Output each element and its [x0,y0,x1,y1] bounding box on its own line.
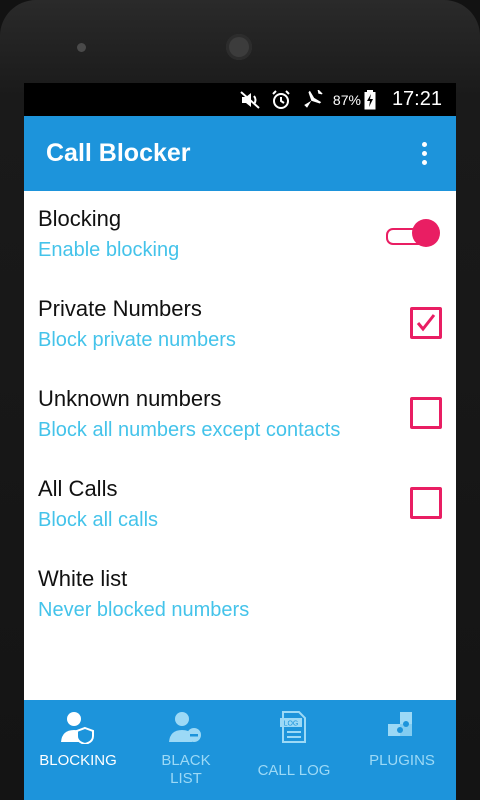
front-camera [226,34,252,60]
setting-subtitle: Block all numbers except contacts [38,419,341,441]
setting-private-numbers[interactable]: Private Numbers Block private numbers [24,281,456,371]
all-calls-checkbox[interactable] [410,487,442,519]
toggle-thumb [412,219,440,247]
screen: 87% 17:21 Call Blocker Blocking Enable b… [24,83,456,800]
airplane-icon [301,89,323,110]
battery-charging-icon [364,89,376,110]
nav-tab-blocking[interactable]: BLOCKING [24,700,132,800]
blacklist-user-block-icon [169,710,203,744]
setting-subtitle: Enable blocking [38,239,180,261]
setting-blocking[interactable]: Blocking Enable blocking [24,191,456,281]
blocking-toggle[interactable] [382,219,440,247]
overflow-menu-icon[interactable] [414,139,434,169]
nav-label: BLACK LIST [161,752,211,787]
setting-title: Unknown numbers [38,386,222,411]
speaker-dot [77,43,86,52]
nav-label: CALL LOG [257,762,331,779]
alarm-icon [271,89,291,110]
setting-white-list[interactable]: White list Never blocked numbers [24,551,456,641]
nav-label: BLOCKING [39,752,117,769]
settings-list: Blocking Enable blocking Private Numbers… [24,191,456,641]
checkmark-icon [416,314,436,332]
call-log-document-icon: LOG [279,710,309,744]
setting-all-calls[interactable]: All Calls Block all calls [24,461,456,551]
setting-title: Private Numbers [38,296,202,321]
bottom-nav: BLOCKING BLACK LIST LOG CALL LOG PLUGINS [24,700,456,800]
battery-status: 87% [332,89,376,110]
setting-title: White list [38,566,128,591]
setting-subtitle: Never blocked numbers [38,599,250,621]
setting-subtitle: Block all calls [38,509,159,531]
mute-icon [239,90,261,110]
private-numbers-checkbox[interactable] [410,307,442,339]
app-title: Call Blocker [46,139,191,167]
blocking-shield-user-icon [61,710,95,746]
setting-unknown-numbers[interactable]: Unknown numbers Block all numbers except… [24,371,456,461]
setting-subtitle: Block private numbers [38,329,236,351]
nav-tab-black-list[interactable]: BLACK LIST [132,700,240,800]
status-time: 17:21 [391,88,442,110]
unknown-numbers-checkbox[interactable] [410,397,442,429]
svg-text:LOG: LOG [284,721,299,728]
nav-tab-plugins[interactable]: PLUGINS [348,700,456,800]
battery-percent: 87% [332,91,361,108]
plugins-puzzle-icon [386,710,418,744]
status-bar: 87% 17:21 [24,83,456,116]
setting-title: Blocking [38,206,122,231]
nav-label: PLUGINS [369,752,435,769]
setting-title: All Calls [38,476,118,501]
app-bar: Call Blocker [24,116,456,191]
nav-tab-call-log[interactable]: LOG CALL LOG [240,700,348,800]
